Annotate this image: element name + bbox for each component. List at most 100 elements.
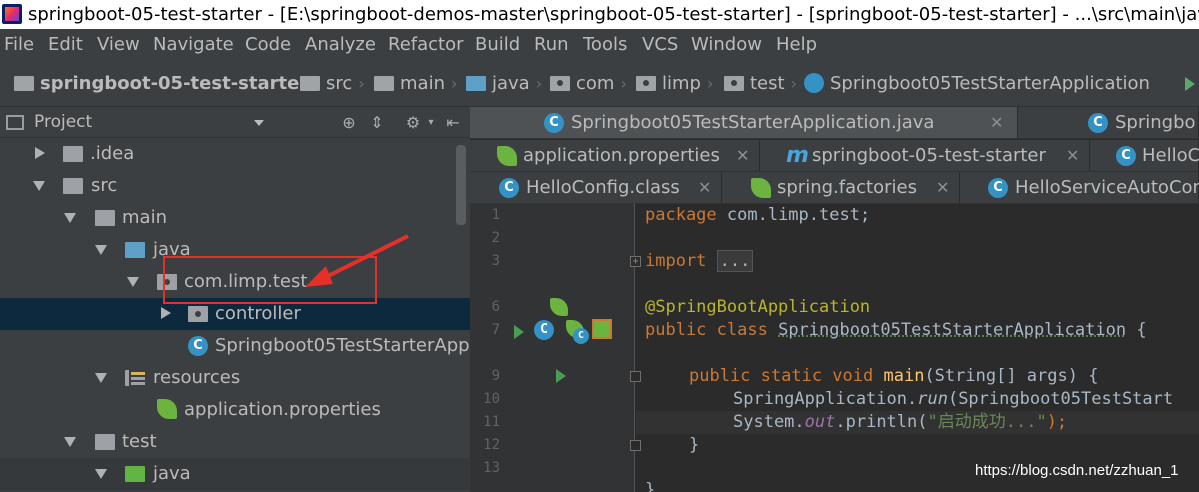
- tab-spring-factories[interactable]: spring.factories ✕: [722, 172, 960, 203]
- spring-bean-icon[interactable]: [550, 298, 568, 316]
- spring-context-icon[interactable]: [592, 319, 612, 339]
- annotation-highlight-box: [163, 256, 377, 304]
- code-token: "启动成功...": [927, 412, 1047, 432]
- folder-icon: [63, 146, 83, 162]
- tab-maven-pom[interactable]: m springboot-05-test-starter ✕: [760, 140, 1090, 171]
- fold-toggle-icon[interactable]: [630, 371, 641, 382]
- editor-tab-row-3: C HelloConfig.class ✕ spring.factories ✕…: [470, 172, 1199, 204]
- collapse-all-icon[interactable]: ⇕: [368, 114, 386, 132]
- editor-tab-row-1: C Springboot05TestStarterApplication.jav…: [470, 107, 1199, 139]
- code-line: }: [689, 434, 699, 457]
- menu-edit[interactable]: Edit: [48, 29, 83, 61]
- tab-application-java[interactable]: C Springboot05TestStarterApplication.jav…: [470, 107, 1018, 138]
- editor-gutter: 1 2 3 6 7 9 10 11 12 13 C C +: [470, 203, 641, 492]
- code-token: com.limp.test;: [716, 205, 871, 225]
- breadcrumb-src[interactable]: src ›: [300, 61, 365, 107]
- collapse-arrow-icon[interactable]: [95, 245, 107, 255]
- tab-springboot-overflow[interactable]: C Springbo: [1018, 107, 1199, 138]
- menu-tools[interactable]: Tools: [583, 29, 627, 61]
- code-token: public class: [645, 320, 768, 340]
- close-icon[interactable]: ✕: [736, 140, 749, 171]
- breadcrumb-project[interactable]: springboot-05-test-starter›: [14, 61, 321, 107]
- code-token: import: [645, 251, 707, 271]
- tree-item-src[interactable]: src: [0, 170, 470, 202]
- tab-helloc-overflow[interactable]: C HelloC: [1090, 140, 1199, 171]
- fold-toggle-icon[interactable]: [630, 440, 641, 451]
- tree-item-label: src: [91, 175, 118, 196]
- tree-item-label: resources: [153, 367, 241, 388]
- menu-run[interactable]: Run: [534, 29, 569, 61]
- run-gutter-icon[interactable]: [514, 325, 524, 339]
- tab-helloservice-autoconf[interactable]: C HelloServiceAutoConf: [960, 172, 1199, 203]
- chevron-down-icon[interactable]: [254, 120, 264, 126]
- breadcrumb-project-label: springboot-05-test-starter: [40, 73, 309, 94]
- menu-help[interactable]: Help: [776, 29, 817, 61]
- folded-imports[interactable]: ...: [716, 250, 754, 272]
- project-tree-scrollbar[interactable]: [456, 145, 466, 225]
- tree-item-label: test: [122, 431, 157, 452]
- collapse-arrow-icon[interactable]: [64, 437, 76, 447]
- menu-window[interactable]: Window: [691, 29, 762, 61]
- close-icon[interactable]: ✕: [990, 107, 1003, 138]
- project-folder-icon: [14, 76, 34, 91]
- tab-application-properties[interactable]: application.properties ✕: [470, 140, 760, 171]
- expand-arrow-icon[interactable]: [35, 147, 45, 159]
- menu-code[interactable]: Code: [245, 29, 291, 61]
- menu-navigate[interactable]: Navigate: [153, 29, 234, 61]
- close-icon[interactable]: ✕: [936, 172, 949, 203]
- source-folder-icon: [125, 242, 145, 258]
- collapse-arrow-icon[interactable]: [33, 181, 45, 191]
- collapse-arrow-icon[interactable]: [127, 277, 139, 287]
- menu-view[interactable]: View: [97, 29, 140, 61]
- tree-item-application-properties[interactable]: application.properties: [0, 394, 470, 426]
- collapse-arrow-icon[interactable]: [95, 373, 107, 383]
- menu-refactor[interactable]: Refactor: [388, 29, 464, 61]
- close-icon[interactable]: ✕: [698, 172, 711, 203]
- breadcrumb-java[interactable]: java ›: [466, 61, 542, 107]
- menu-analyze[interactable]: Analyze: [305, 29, 376, 61]
- code-line: @SpringBootApplication: [645, 296, 870, 319]
- spring-boot-class-icon[interactable]: C: [534, 320, 554, 340]
- class-icon: C: [988, 178, 1008, 198]
- fold-toggle-icon[interactable]: +: [630, 256, 641, 267]
- code-token: @SpringBootApplication: [645, 297, 871, 317]
- breadcrumb-class[interactable]: Springboot05TestStarterApplication: [804, 61, 1150, 107]
- menu-vcs[interactable]: VCS: [642, 29, 678, 61]
- chevron-down-icon[interactable]: ▾: [422, 114, 440, 132]
- line-number: 7: [491, 322, 500, 338]
- code-line: package com.limp.test;: [645, 204, 870, 227]
- code-line: SpringApplication.run(Springboot05TestSt…: [733, 388, 1173, 411]
- line-number: 13: [483, 460, 500, 476]
- tree-item-test-java[interactable]: java: [0, 458, 470, 490]
- close-icon[interactable]: ✕: [1066, 140, 1079, 171]
- editor-tab-row-2: application.properties ✕ m springboot-05…: [470, 140, 1199, 172]
- package-icon: [550, 76, 570, 91]
- menu-file[interactable]: File: [4, 29, 34, 61]
- spring-properties-icon: [497, 146, 517, 166]
- collapse-arrow-icon[interactable]: [64, 213, 76, 223]
- breadcrumb-test[interactable]: test ›: [724, 61, 797, 107]
- code-editor[interactable]: 1 2 3 6 7 9 10 11 12 13 C C + package co…: [470, 203, 1199, 492]
- tree-item-application-class[interactable]: C Springboot05TestStarterApplication: [0, 330, 535, 362]
- run-gutter-icon[interactable]: [556, 369, 566, 383]
- tree-item-resources[interactable]: resources: [0, 362, 470, 394]
- code-token: (Springboot05TestStart: [947, 389, 1174, 409]
- hide-panel-icon[interactable]: ⇤: [444, 114, 462, 132]
- breadcrumb-main[interactable]: main ›: [374, 61, 457, 107]
- locate-icon[interactable]: ⊕: [340, 114, 358, 132]
- collapse-arrow-icon[interactable]: [95, 469, 107, 479]
- tree-item-idea[interactable]: .idea: [0, 138, 470, 170]
- run-icon[interactable]: [1185, 77, 1195, 91]
- folder-icon: [374, 76, 394, 91]
- expand-arrow-icon[interactable]: [161, 307, 171, 319]
- breadcrumb-com[interactable]: com ›: [550, 61, 627, 107]
- tree-item-test[interactable]: test: [0, 426, 470, 458]
- menu-build[interactable]: Build: [475, 29, 520, 61]
- breadcrumb-limp[interactable]: limp ›: [636, 61, 713, 107]
- code-token: {: [1126, 320, 1147, 340]
- code-token: Springboot05TestStarterApplication: [778, 320, 1127, 340]
- tab-helloconfig-class[interactable]: C HelloConfig.class ✕: [470, 172, 722, 203]
- gear-icon[interactable]: ⚙: [404, 114, 422, 132]
- tree-item-main[interactable]: main: [0, 202, 470, 234]
- class-icon[interactable]: C: [573, 328, 589, 344]
